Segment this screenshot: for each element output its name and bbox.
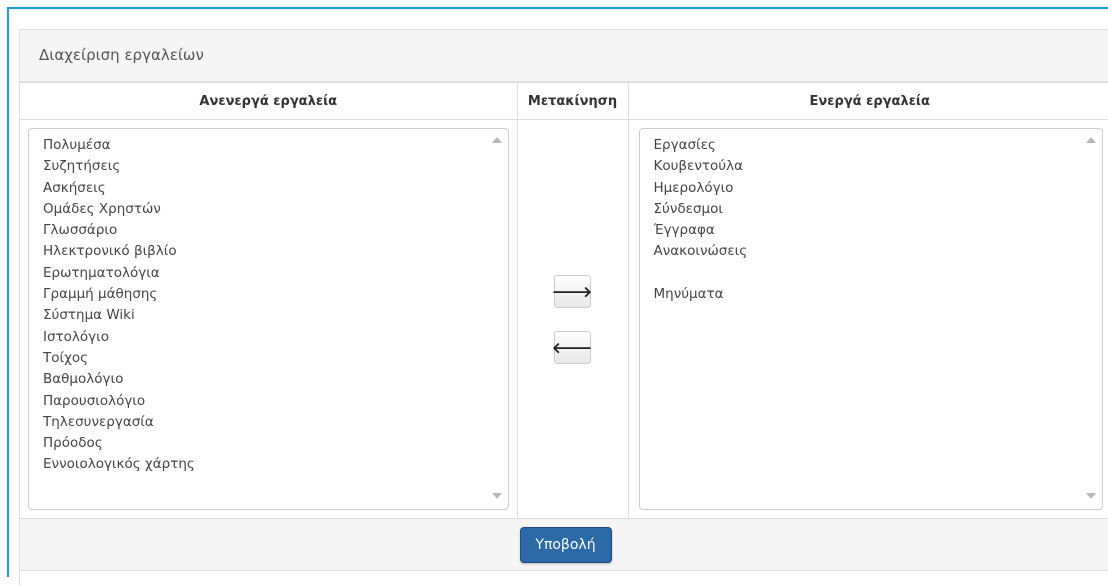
list-item[interactable]: Ημερολόγιο — [654, 178, 1103, 199]
arrow-left-icon: 🡐 — [551, 339, 593, 357]
scroll-up-arrow-icon[interactable] — [1086, 137, 1096, 143]
tools-table: Ανενεργά εργαλεία Μετακίνηση Ενεργά εργα… — [20, 82, 1108, 571]
list-item[interactable]: Γραμμή μάθησης — [43, 284, 508, 305]
list-item[interactable]: Ανακοινώσεις — [654, 241, 1103, 262]
active-tools-list: Εργασίες Κουβεντούλα Ημερολόγιο Σύνδεσμοι Έγ… — [640, 129, 1103, 305]
list-item[interactable]: Μηνύματα — [654, 284, 1103, 305]
list-item[interactable]: Σύνδεσμοι — [654, 199, 1103, 220]
active-tools-header: Ενεργά εργαλεία — [627, 82, 1108, 120]
form-footer: Υποβολή — [20, 518, 1108, 571]
list-item[interactable]: Παρουσιολόγιο — [43, 391, 508, 412]
scroll-up-arrow-icon[interactable] — [491, 137, 502, 143]
list-item[interactable]: Εννοιολογικός χάρτης — [43, 454, 508, 475]
list-item[interactable]: Τοίχος — [43, 348, 508, 369]
list-item[interactable]: Πολυμέσα — [43, 135, 508, 156]
active-tools-cell: Εργασίες Κουβεντούλα Ημερολόγιο Σύνδεσμοι Έγ… — [627, 119, 1108, 519]
list-item[interactable]: Συζητήσεις — [43, 156, 508, 177]
list-item[interactable] — [654, 263, 1103, 284]
list-item[interactable]: Ερωτηματολόγια — [43, 263, 508, 284]
list-item[interactable]: Έγγραφα — [654, 220, 1103, 241]
panel-title: Διαχείριση εργαλείων — [20, 30, 1108, 82]
move-left-button[interactable]: 🡐 — [551, 331, 593, 364]
tools-panel: Διαχείριση εργαλείων Ανενεργά εργαλεία Μ… — [19, 29, 1108, 586]
move-cell: 🡒 🡐 — [516, 119, 629, 519]
list-item[interactable]: Ασκήσεις — [43, 178, 508, 199]
content-frame: Διαχείριση εργαλείων Ανενεργά εργαλεία Μ… — [7, 7, 1108, 586]
list-item[interactable]: Γλωσσάριο — [43, 220, 508, 241]
list-item[interactable]: Ιστολόγιο — [43, 327, 508, 348]
active-tools-listbox[interactable]: Εργασίες Κουβεντούλα Ημερολόγιο Σύνδεσμοι Έγ… — [638, 128, 1103, 510]
list-item[interactable]: Πρόοδος — [43, 433, 508, 454]
list-item[interactable]: Εργασίες — [654, 135, 1103, 156]
scroll-down-arrow-icon[interactable] — [1086, 493, 1096, 499]
list-item[interactable]: Ομάδες Χρηστών — [43, 199, 508, 220]
list-item[interactable]: Τηλεσυνεργασία — [43, 412, 508, 433]
move-header: Μετακίνηση — [516, 82, 629, 120]
inactive-tools-listbox[interactable]: Πολυμέσα Συζητήσεις Ασκήσεις Ομάδες Χρηστών… — [28, 128, 509, 510]
list-item[interactable]: Βαθμολόγιο — [43, 369, 508, 390]
list-item[interactable]: Ηλεκτρονικό βιβλίο — [43, 241, 508, 262]
inactive-tools-list: Πολυμέσα Συζητήσεις Ασκήσεις Ομάδες Χρηστών… — [29, 129, 508, 476]
inactive-tools-header: Ανενεργά εργαλεία — [20, 82, 518, 120]
inactive-tools-cell: Πολυμέσα Συζητήσεις Ασκήσεις Ομάδες Χρηστών… — [20, 119, 518, 519]
list-item[interactable]: Κουβεντούλα — [654, 156, 1103, 177]
scroll-down-arrow-icon[interactable] — [491, 493, 502, 499]
list-item[interactable]: Σύστημα Wiki — [43, 305, 508, 326]
submit-button[interactable]: Υποβολή — [519, 526, 612, 563]
arrow-right-icon: 🡒 — [551, 283, 593, 301]
move-right-button[interactable]: 🡒 — [551, 275, 593, 308]
